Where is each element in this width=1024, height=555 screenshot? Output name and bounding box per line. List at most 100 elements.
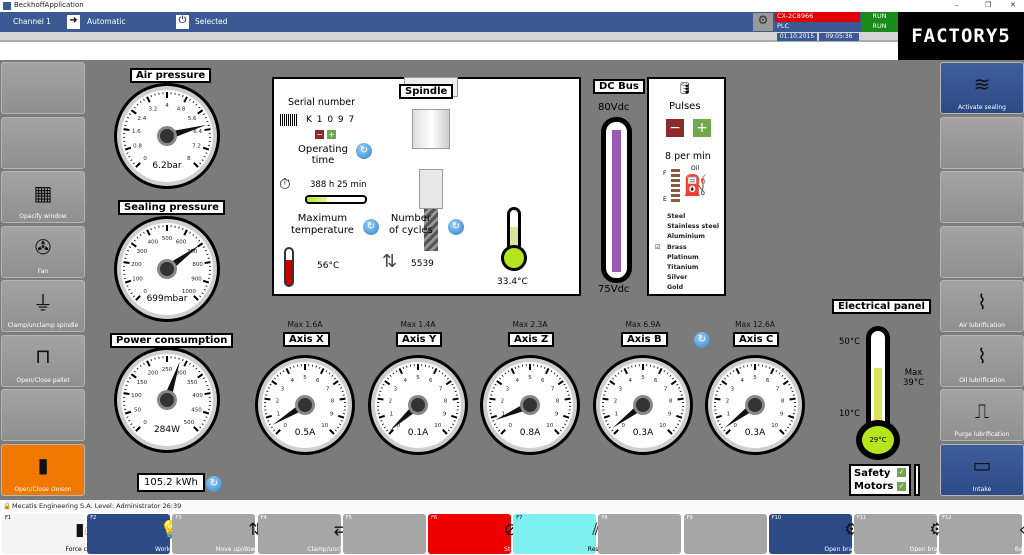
dc-bus-fill bbox=[612, 129, 621, 272]
material-option[interactable]: Gold bbox=[655, 283, 719, 293]
gauge-tick-label: 500 bbox=[184, 420, 195, 426]
gauge-tick-label: 1.6 bbox=[132, 129, 141, 135]
fkey-f9[interactable]: F9 bbox=[683, 514, 767, 554]
reset-cycles-icon[interactable]: ↻ bbox=[448, 219, 464, 235]
material-option[interactable]: Titanium bbox=[655, 263, 719, 273]
operating-time-label: Operating time bbox=[298, 144, 348, 166]
serial-increment-button[interactable]: + bbox=[327, 130, 336, 139]
gauge-tick-label: 600 bbox=[176, 239, 187, 245]
electrical-temperature: 29°C bbox=[869, 436, 887, 444]
fkey-f6[interactable]: F6 ⊘ Stop bbox=[428, 514, 518, 554]
axis_z-gauge: 0123456789100.8A bbox=[480, 355, 580, 455]
safety-status: Safety ✓ bbox=[854, 467, 906, 480]
gauge-tick bbox=[204, 392, 211, 396]
gauge-hub-center bbox=[298, 398, 312, 412]
gauge-tick-label: 0 bbox=[143, 420, 147, 426]
gauge-tick-label: 7.2 bbox=[192, 144, 201, 150]
gauge-tick-label: 7 bbox=[439, 387, 443, 393]
serial-number: K 1 0 9 7 bbox=[306, 115, 356, 125]
gauge-tick bbox=[489, 397, 496, 401]
gauge-tick-label: 900 bbox=[191, 277, 202, 283]
gauge-tick-label: 6 bbox=[429, 378, 433, 384]
gauge-tick-label: 2 bbox=[726, 399, 730, 405]
gauge-tick-label: 4 bbox=[291, 378, 295, 384]
material-label: Silver bbox=[667, 274, 688, 282]
fkey-f1[interactable]: F1 ▮☝ Force cloison bbox=[2, 514, 105, 554]
fkey-f8[interactable]: F8 bbox=[598, 514, 682, 554]
max-temp-thermometer-icon bbox=[284, 247, 294, 287]
serial-decrement-button[interactable]: − bbox=[315, 130, 324, 139]
gauge-tick-label: 0 bbox=[283, 423, 287, 429]
fkey-number: F8 bbox=[601, 515, 608, 521]
gauge-tick-label: 8 bbox=[669, 399, 673, 405]
reset-axis-max-icon[interactable]: ↻ bbox=[694, 332, 710, 348]
fkey-f2[interactable]: F2 💡 Work light bbox=[87, 514, 185, 554]
axis-c-title: Axis C bbox=[733, 332, 780, 347]
oil-label: Oil bbox=[691, 165, 700, 172]
fkey-number: F2 bbox=[90, 515, 97, 521]
material-option[interactable]: Aluminium bbox=[655, 232, 719, 242]
material-option[interactable]: ☑ Brass bbox=[655, 243, 719, 253]
back-icon: ‹ bbox=[981, 520, 1024, 540]
lock-icon: 🔒 bbox=[3, 502, 12, 510]
gauge-tick-label: 2 bbox=[276, 399, 280, 405]
pulses-increment-button[interactable]: + bbox=[693, 119, 711, 137]
air-pressure-title: Air pressure bbox=[130, 68, 212, 83]
material-label: Stainless steel bbox=[667, 223, 720, 231]
op-time-label-1: Operating bbox=[298, 144, 348, 155]
gauge-tick bbox=[602, 397, 609, 401]
material-option[interactable]: Silver bbox=[655, 273, 719, 283]
material-option[interactable]: Stainless steel bbox=[655, 222, 719, 232]
axis-x-max: Max 1.6A bbox=[287, 320, 323, 329]
fkey-f5[interactable]: F5 bbox=[342, 514, 426, 554]
reset-operating-time-icon[interactable]: ↻ bbox=[356, 143, 372, 159]
gauge-tick bbox=[178, 357, 180, 360]
sealing-pressure-title: Sealing pressure bbox=[118, 200, 225, 215]
gauge-tick-label: 150 bbox=[137, 380, 148, 386]
gauge-tick-label: 3.2 bbox=[149, 106, 158, 112]
material-label: Gold bbox=[667, 284, 684, 292]
gauge-tick-label: 1 bbox=[277, 412, 281, 418]
fkey-f4[interactable]: F4 ⇄ Clamp/unclamp probe bbox=[257, 514, 374, 554]
fkey-f7[interactable]: F7 ⫽ Reset bbox=[513, 514, 605, 554]
fkey-f3[interactable]: F3 ⇅ Move up/down probe store bbox=[172, 514, 295, 554]
reset-energy-icon[interactable]: ↻ bbox=[206, 476, 222, 492]
cycles-label-2: of cycles bbox=[389, 225, 433, 236]
electrical-panel-title: Electrical panel bbox=[832, 299, 931, 314]
gauge-tick-label: 10 bbox=[771, 423, 778, 429]
axis_c-readout: 0.3A bbox=[745, 428, 766, 438]
gauge-tick-label: 50 bbox=[134, 408, 141, 414]
fkey-f11[interactable]: F11 ⚙ Open brake axis B bbox=[854, 514, 964, 554]
pulses-title: Pulses bbox=[669, 101, 701, 112]
gauge-tick-label: 0.8 bbox=[133, 144, 142, 150]
safety-label: Safety bbox=[854, 468, 891, 479]
axis_y-gauge: 0123456789100.1A bbox=[368, 355, 468, 455]
barcode-icon bbox=[280, 114, 298, 126]
axis_x-readout: 0.5A bbox=[295, 428, 316, 438]
gauge-tick bbox=[631, 365, 633, 368]
status-text: Mecatis Engineering S.A. Level: Administ… bbox=[12, 502, 182, 510]
max-value: 39°C bbox=[903, 378, 925, 388]
spindle-thermometer-bulb bbox=[501, 245, 527, 271]
gauge-tick bbox=[714, 397, 721, 401]
selected-check-icon: ☑ bbox=[655, 243, 661, 251]
gauge-tick-label: 9 bbox=[555, 412, 559, 418]
reset-max-temperature-icon[interactable]: ↻ bbox=[363, 219, 379, 235]
gauge-tick-label: 5 bbox=[303, 375, 307, 381]
fkey-f12[interactable]: F12 ‹ Back bbox=[939, 514, 1024, 554]
material-option[interactable]: Platinum bbox=[655, 253, 719, 263]
fkey-label: Back bbox=[1014, 546, 1024, 553]
gauge-tick bbox=[743, 365, 745, 368]
material-label: Platinum bbox=[667, 253, 699, 261]
gauge-tick bbox=[204, 261, 211, 265]
gauge-tick-label: 450 bbox=[191, 408, 202, 414]
gauge-tick-label: 10 bbox=[434, 423, 441, 429]
material-option[interactable]: Steel bbox=[655, 212, 719, 222]
fkey-f10[interactable]: F10 ⚙ Open brake axis Z bbox=[768, 514, 879, 554]
pulses-decrement-button[interactable]: − bbox=[666, 119, 684, 137]
operating-time-value: 388 h 25 min bbox=[310, 180, 367, 190]
cycles-label: Number of cycles bbox=[389, 213, 433, 237]
gauge-tick bbox=[789, 397, 796, 401]
gauge-tick-label: 8 bbox=[331, 399, 335, 405]
gauge-tick bbox=[452, 397, 459, 401]
